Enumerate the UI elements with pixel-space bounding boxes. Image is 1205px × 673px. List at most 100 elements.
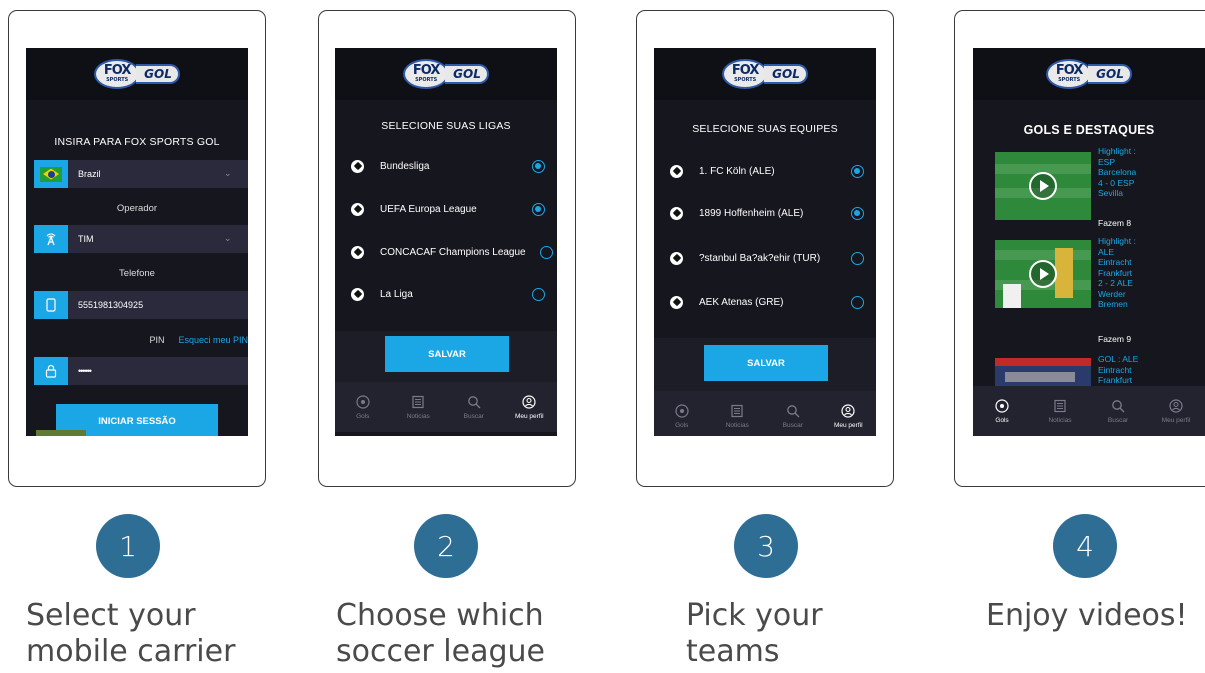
video-title[interactable]: Highlight : ALE Eintracht Frankfurt 2 - … [1098,236,1192,310]
app-header: FOX SPORTS GOL [26,48,248,100]
phone-screen-videos: FOX SPORTS GOL GOLS E DESTAQUES Highlight… [973,48,1205,436]
pin-label-row: PIN Esqueci meu PIN [149,335,248,345]
team-item[interactable]: AEK Atenas (GRE) [670,291,864,313]
lock-icon [34,357,68,385]
step-number-1: 1 [96,514,160,578]
nav-noticias[interactable]: Noticias [1031,386,1089,436]
antenna-icon [34,225,68,253]
step-number-2: 2 [414,514,478,578]
team-item[interactable]: 1. FC Köln (ALE) [670,160,864,182]
soccer-ball-icon [356,394,370,409]
radio-selected[interactable] [851,206,864,220]
bottom-nav: Gols Noticias Buscar Meu perfil [973,386,1205,436]
app-header: FOX SPORTS GOL [654,48,876,100]
nav-noticias[interactable]: Noticias [391,382,447,432]
league-item[interactable]: Bundesliga [351,155,545,177]
radio-unselected[interactable] [540,245,553,259]
operator-select[interactable]: TIM ⌄ [34,225,248,253]
soccer-ball-icon [670,164,683,178]
pin-label: PIN [149,335,165,345]
video-title[interactable]: Highlight : ESP Barcelona 4 - 0 ESP Sevi… [1098,146,1192,199]
radio-selected[interactable] [532,159,545,173]
background-image [36,430,86,436]
operator-label: Operador [116,203,158,214]
save-button[interactable]: SALVAR [704,345,828,381]
news-icon [731,404,743,417]
video-thumbnail[interactable] [995,152,1091,220]
user-profile-icon [841,403,855,418]
step-caption-1: Select your mobile carrier [26,598,236,669]
soccer-ball-icon [995,398,1009,413]
radio-unselected[interactable] [532,287,545,301]
radio-selected[interactable] [532,202,545,216]
screen-title: GOLS E DESTAQUES [1023,123,1155,137]
league-item[interactable]: La Liga [351,283,545,305]
nav-gols[interactable]: Gols [973,386,1031,436]
bottom-nav: Gols Noticias Buscar Meu perfil [654,391,876,436]
nav-buscar[interactable]: Buscar [1089,386,1147,436]
nav-meu-perfil[interactable]: Meu perfil [1147,386,1205,436]
radio-unselected[interactable] [851,251,864,265]
app-header: FOX SPORTS GOL [335,48,557,100]
team-item[interactable]: 1899 Hoffenheim (ALE) [670,202,864,224]
forgot-pin-link[interactable]: Esqueci meu PIN [178,335,248,345]
step-caption-2: Choose which soccer league [336,598,545,669]
play-icon[interactable] [1029,260,1057,288]
bottom-nav: Gols Noticias Buscar Meu perfil [335,382,557,432]
nav-noticias[interactable]: Noticias [710,391,766,436]
video-thumbnail[interactable] [995,240,1091,308]
search-icon [1112,399,1125,412]
nav-meu-perfil[interactable]: Meu perfil [502,382,558,432]
step-number-3: 3 [734,514,798,578]
chevron-down-icon: ⌄ [224,234,232,244]
league-item[interactable]: CONCACAF Champions League [351,241,553,263]
fox-sports-gol-logo: FOX SPORTS GOL [722,59,808,89]
chevron-down-icon: ⌄ [224,169,232,179]
step-caption-4: Enjoy videos! [986,598,1188,633]
user-profile-icon [522,394,536,409]
fox-sports-gol-logo: FOX SPORTS GOL [94,59,180,89]
step-caption-3: Pick your teams [686,598,823,669]
radio-selected[interactable] [851,164,864,178]
soccer-ball-icon [670,251,683,265]
soccer-ball-icon [670,295,683,309]
phone-screen-leagues: FOX SPORTS GOL SELECIONE SUAS LIGAS Bunde… [335,48,557,436]
nav-meu-perfil[interactable]: Meu perfil [821,391,877,436]
step-panel-2: FOX SPORTS GOL SELECIONE SUAS LIGAS Bunde… [310,0,600,673]
soccer-ball-icon [351,202,364,216]
soccer-ball-icon [675,403,689,418]
fox-sports-gol-logo: FOX SPORTS GOL [403,59,489,89]
app-header: FOX SPORTS GOL [973,48,1205,100]
step-panel-3: FOX SPORTS GOL SELECIONE SUAS EQUIPES 1. … [628,0,918,673]
phone-input[interactable]: 5551981304925 [34,291,248,319]
step-number-4: 4 [1053,514,1117,578]
search-icon [786,404,800,417]
nav-buscar[interactable]: Buscar [765,391,821,436]
screen-title: INSIRA PARA FOX SPORTS GOL [54,136,220,148]
pin-input[interactable]: •••••• [34,357,248,385]
soccer-ball-icon [351,159,364,173]
soccer-ball-icon [351,287,364,301]
league-item[interactable]: UEFA Europa League [351,198,545,220]
phone-screen-teams: FOX SPORTS GOL SELECIONE SUAS EQUIPES 1. … [654,48,876,436]
play-icon[interactable] [1029,172,1057,200]
news-icon [1054,399,1066,412]
save-button[interactable]: SALVAR [385,336,509,372]
step-panel-1: FOX SPORTS GOL INSIRA PARA FOX SPORTS GOL… [0,0,290,673]
search-icon [467,395,481,408]
country-select[interactable]: Brazil ⌄ [34,160,248,188]
radio-unselected[interactable] [851,295,864,309]
nav-gols[interactable]: Gols [335,382,391,432]
team-item[interactable]: ?stanbul Ba?ak?ehir (TUR) [670,247,864,269]
video-age: Fazem 9 [1098,334,1132,344]
screen-title: SELECIONE SUAS EQUIPES [692,123,838,135]
nav-gols[interactable]: Gols [654,391,710,436]
soccer-ball-icon [670,206,683,220]
flag-icon [34,160,68,188]
nav-buscar[interactable]: Buscar [446,382,502,432]
video-title[interactable]: GOL : ALE Eintracht Frankfurt [1098,354,1192,386]
screen-title: SELECIONE SUAS LIGAS [381,120,511,132]
video-thumbnail[interactable] [995,358,1091,388]
user-profile-icon [1169,398,1183,413]
phone-screen-login: FOX SPORTS GOL INSIRA PARA FOX SPORTS GOL… [26,48,248,436]
